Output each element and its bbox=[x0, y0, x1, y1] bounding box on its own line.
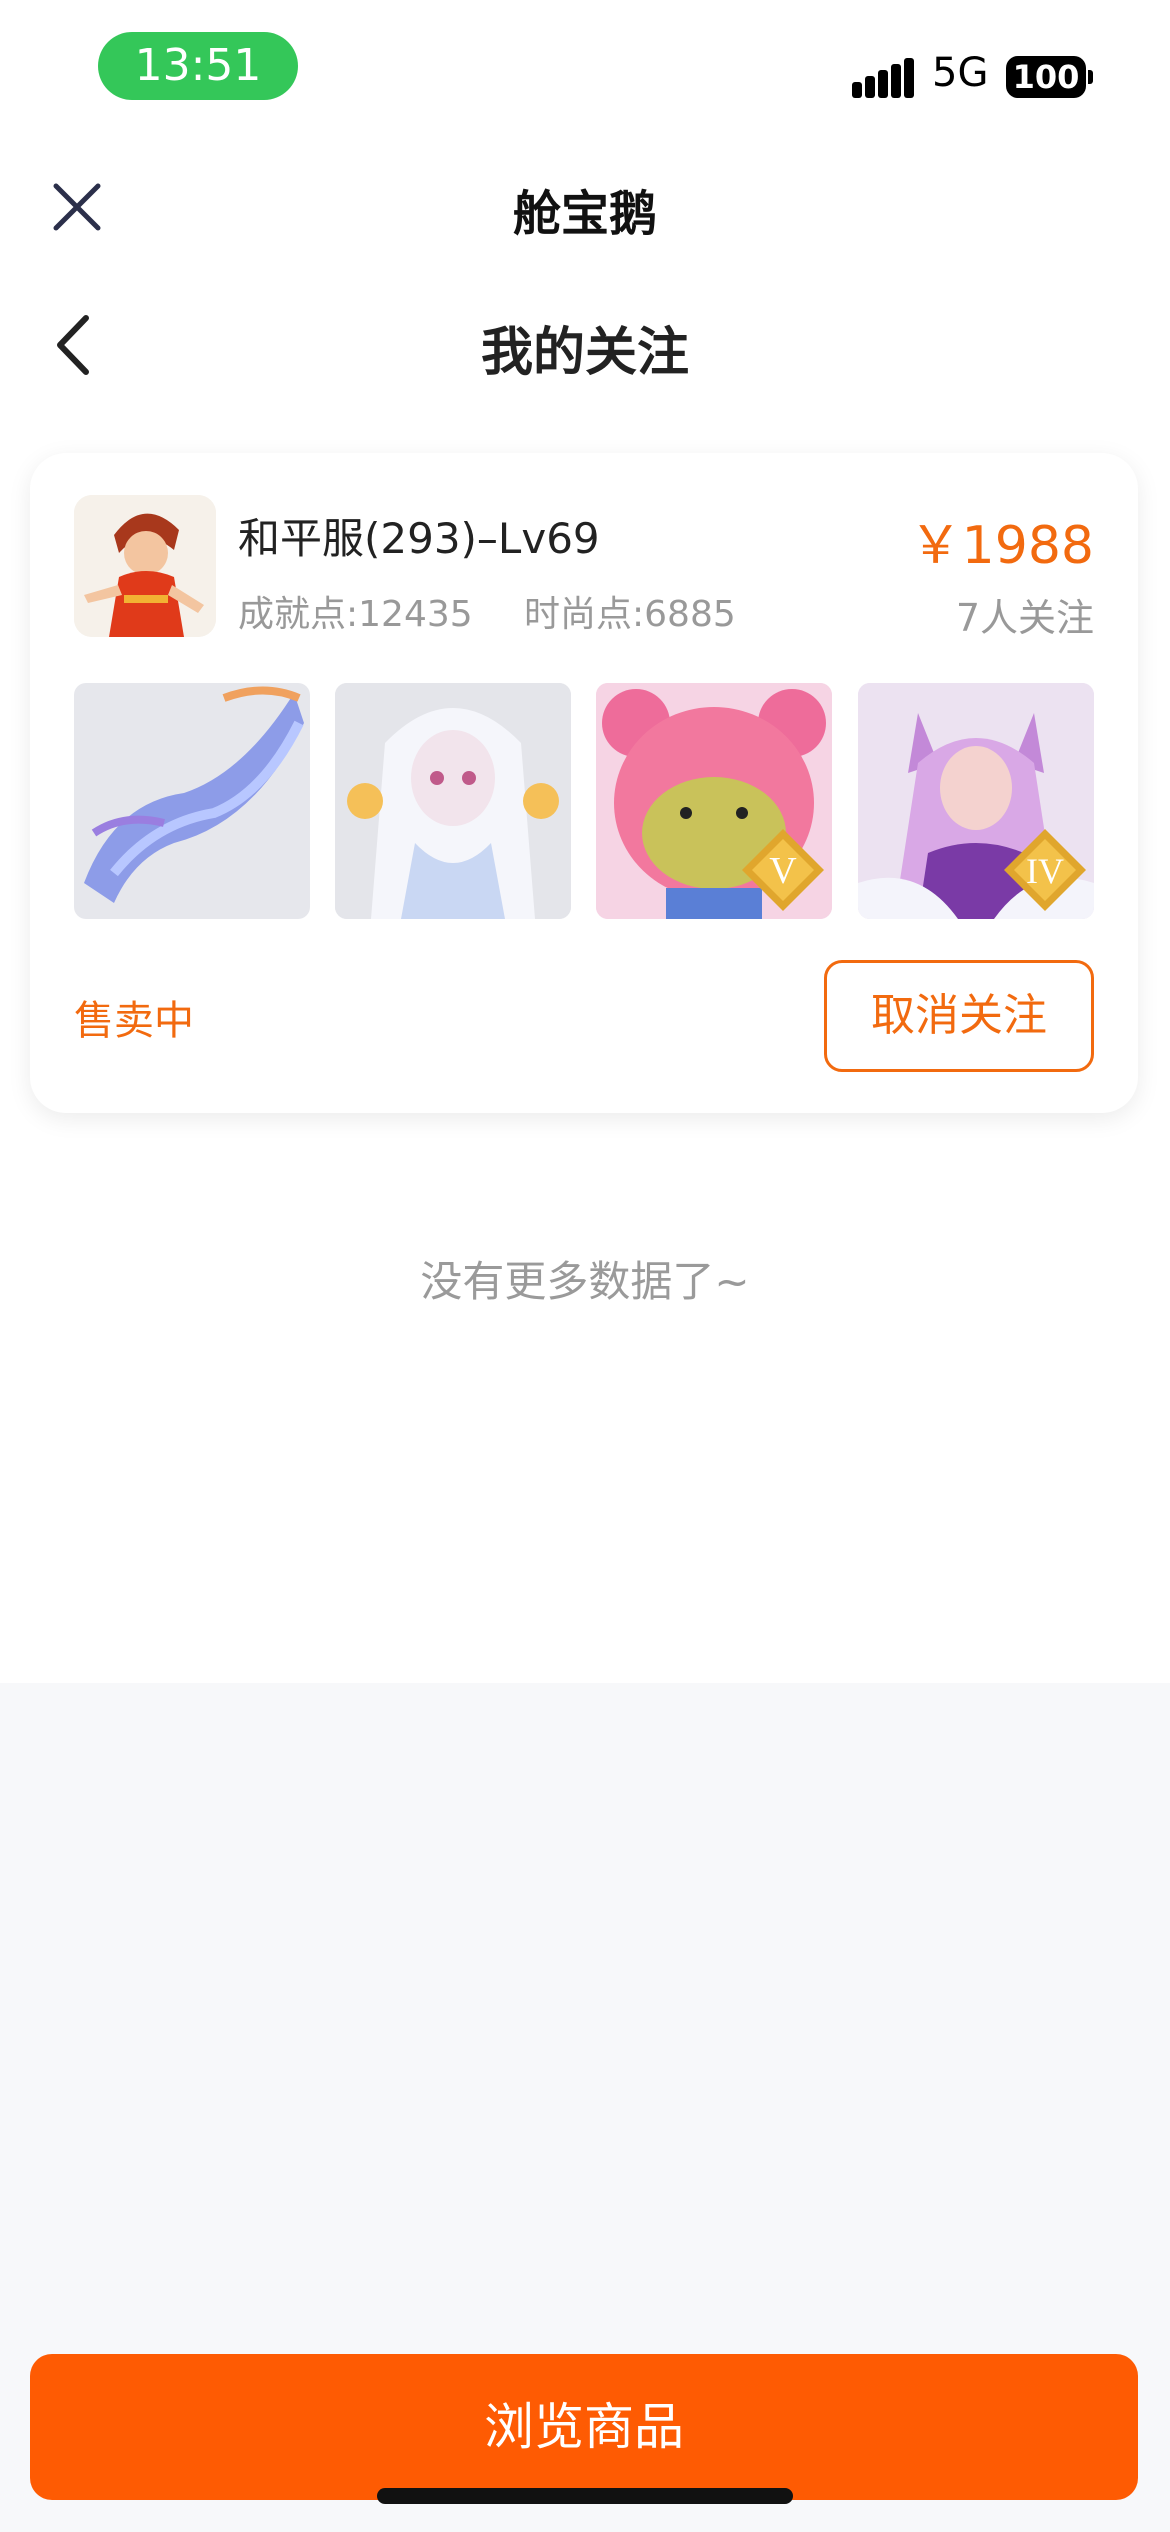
dragon-image[interactable] bbox=[74, 683, 310, 919]
unfollow-button[interactable]: 取消关注 bbox=[824, 960, 1094, 1072]
level-badge: IV bbox=[1004, 829, 1086, 911]
battery-icon: 100 bbox=[1006, 56, 1086, 98]
signal-icon bbox=[852, 58, 914, 98]
account-title: 和平服(293)–Lv69 bbox=[238, 514, 600, 563]
home-indicator[interactable] bbox=[377, 2488, 793, 2504]
battery-tip bbox=[1088, 70, 1093, 84]
mini-program-header: 舱宝鹅 bbox=[0, 150, 1170, 260]
page-nav: 我的关注 bbox=[0, 290, 1170, 400]
svg-text:V: V bbox=[769, 850, 797, 892]
browse-products-button[interactable]: 浏览商品 bbox=[30, 2354, 1138, 2500]
followed-listing-card[interactable]: 和平服(293)–Lv69 成就点:12435 时尚点:6885 ￥1988 7… bbox=[30, 453, 1138, 1113]
no-more-data-text: 没有更多数据了~ bbox=[420, 1257, 750, 1306]
fashion-points: 时尚点:6885 bbox=[524, 594, 736, 635]
white-spirit-image[interactable] bbox=[335, 683, 571, 919]
status-bar: 13:51 5G 100 bbox=[0, 0, 1170, 135]
mini-program-title: 舱宝鹅 bbox=[512, 186, 657, 242]
sale-status: 售卖中 bbox=[74, 998, 194, 1044]
follower-count: 7人关注 bbox=[955, 596, 1094, 640]
status-time: 13:51 bbox=[98, 32, 298, 100]
page-title: 我的关注 bbox=[480, 323, 689, 383]
svg-text:IV: IV bbox=[1026, 851, 1064, 891]
price: ￥1988 bbox=[909, 516, 1094, 576]
achievement-points: 成就点:12435 bbox=[238, 594, 473, 635]
level-badge: V bbox=[742, 829, 824, 911]
character-avatar bbox=[74, 495, 216, 637]
fox-girl-image[interactable]: IV bbox=[858, 683, 1094, 919]
item-thumbnails: V IV bbox=[74, 683, 1094, 919]
network-type: 5G bbox=[932, 50, 989, 96]
page: 13:51 5G 100 舱宝鹅 我的关注 和平服(293)–Lv69 成就点:… bbox=[0, 0, 1170, 2532]
pink-bear-image[interactable]: V bbox=[596, 683, 832, 919]
